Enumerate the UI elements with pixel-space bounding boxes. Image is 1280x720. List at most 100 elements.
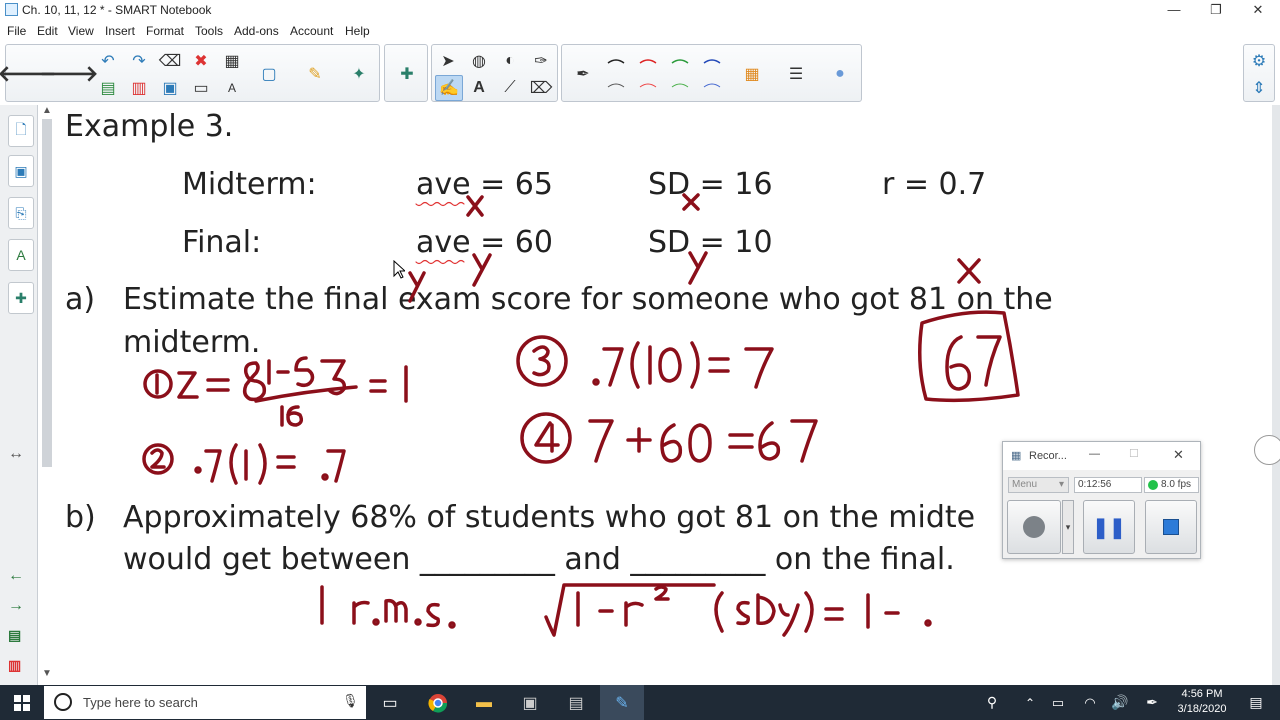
mouse-cursor-icon [393,260,405,279]
menu-edit[interactable]: Edit [37,24,58,38]
screen-shade-icon[interactable]: ▭ [188,75,214,101]
recorder-minimize-button[interactable]: — [1089,448,1100,460]
recorder-app-icon: ▦ [1011,450,1022,462]
pen-color-swatches[interactable] [604,53,734,93]
minimize-button[interactable]: — [1152,0,1196,21]
color-palette-icon[interactable]: ▦ [739,61,765,87]
menu-insert[interactable]: Insert [105,24,135,38]
pen-workspace-icon[interactable]: ✒ [1130,685,1174,720]
toolbar-group-settings: ⚙ ⇕ [1243,44,1275,102]
previous-page-button[interactable]: 🡐 [0,61,57,87]
scrollbar-thumb[interactable] [42,119,52,467]
vertical-scrollbar[interactable]: ▲ ▼ [38,105,56,685]
recorder-taskbar-icon[interactable]: ▤ [554,685,598,720]
gallery-tab-icon[interactable]: ▣ [8,155,34,187]
close-window-button[interactable]: ✕ [1236,0,1280,21]
smart-app-icon[interactable]: ▣ [508,685,552,720]
pen-type-icon[interactable]: ✒ [570,61,596,87]
select-tool-icon[interactable]: ➤ [435,48,461,74]
delete-button[interactable]: ✖ [188,48,214,74]
gear-icon[interactable]: ⚙ [1246,48,1272,74]
windows-taskbar: Type here to search 🎙 ▭ ▬ ▣ ▤ ✎ ⚲ ⌃ ▭ ◠ … [0,685,1280,720]
properties-tab-icon[interactable]: A [8,239,34,271]
expand-panel-icon[interactable]: ↔ [8,445,24,463]
fill-tool-icon[interactable]: ◐ [497,48,523,74]
menu-view[interactable]: View [68,24,94,38]
windows-start-icon[interactable] [0,685,44,720]
recorder-menu-dropdown[interactable]: Menu ▾ [1008,477,1069,493]
line-width-icon[interactable]: ☰ [783,61,809,87]
chrome-icon[interactable] [416,685,460,720]
line-tool-icon[interactable]: ⟋ [497,75,523,101]
status-dot-icon [1148,480,1158,490]
page-sorter-tab-icon[interactable]: 🗋 [8,115,34,147]
display-icon[interactable]: ▢ [256,61,282,87]
title-bar: Ch. 10, 11, 12 * - SMART Notebook — ❐ ✕ [0,0,1280,21]
delete-page-icon[interactable]: ▥ [126,75,152,101]
main-toolbar: 🡐 🡒 ↶ ↷ ⌫ ✖ ▦ ▤ ▥ ▣ ▭ A ▢ ✎ ✦ ✚ ➤ ◍ ◐ ✑ … [0,42,1280,104]
record-options-dropdown[interactable]: ▾ [1062,500,1074,554]
recorder-menu-label: Menu [1012,479,1038,490]
search-icon [54,693,72,711]
notebook-page[interactable]: Example 3. Midterm: ave = 65 SD = 16 r =… [56,105,1278,685]
side-next-page-icon[interactable]: → [8,597,24,615]
next-page-button[interactable]: 🡒 [40,61,99,87]
recorder-elapsed-time: 0:12:56 [1074,477,1142,493]
file-explorer-icon[interactable]: ▬ [462,685,506,720]
magic-pen-icon[interactable]: ✑ [528,48,554,74]
move-toolbar-icon[interactable]: ⇕ [1246,75,1272,101]
menu-tools[interactable]: Tools [195,24,223,38]
menu-addons[interactable]: Add-ons [234,24,279,38]
pause-button[interactable]: ❚❚ [1083,500,1135,554]
clock-time: 4:56 PM [1181,688,1223,700]
text-style-icon[interactable]: A [219,75,245,101]
pause-icon: ❚❚ [1092,516,1126,539]
menu-format[interactable]: Format [146,24,184,38]
save-icon[interactable]: ▣ [157,75,183,101]
attachments-tab-icon[interactable]: ⎘ [8,197,34,229]
record-button[interactable] [1007,500,1061,554]
puzzle-icon[interactable]: ✚ [394,61,420,87]
stop-icon [1163,519,1179,535]
side-delete-page-icon[interactable]: ▥ [8,657,21,674]
recorder-maximize-button[interactable]: ☐ [1129,447,1139,460]
text-tool-icon[interactable]: A [466,75,492,101]
taskbar-search-box[interactable]: Type here to search 🎙 [44,686,366,719]
side-add-page-icon[interactable]: ▤ [8,627,21,644]
addon-icon[interactable]: ✦ [346,61,372,87]
restore-button[interactable]: ❐ [1194,0,1238,21]
menu-account[interactable]: Account [290,24,333,38]
fill-effects-icon[interactable]: ● [827,61,853,87]
notification-icon[interactable]: ▤ [1234,685,1278,720]
shape-tool-icon[interactable]: ◍ [466,48,492,74]
chevron-down-icon: ▾ [1058,479,1064,490]
side-previous-page-icon[interactable]: ← [8,567,24,585]
undo-button[interactable]: ↶ [95,48,121,74]
task-view-icon[interactable]: ▭ [368,685,412,720]
handwritten-ink-layer [142,193,1020,637]
menu-help[interactable]: Help [345,24,370,38]
window-title: Ch. 10, 11, 12 * - SMART Notebook [22,3,212,17]
menu-file[interactable]: File [7,24,26,38]
smart-notebook-app-icon [5,3,18,16]
taskbar-clock[interactable]: 4:56 PM 3/18/2020 [1170,687,1234,717]
search-placeholder: Type here to search [83,695,198,710]
table-button[interactable]: ▦ [219,48,245,74]
redo-button[interactable]: ↷ [126,48,152,74]
addons-tab-icon[interactable]: ✚ [8,282,34,314]
scroll-down-icon[interactable]: ▼ [42,668,52,679]
recorder-fps-value: 8.0 fps [1161,479,1192,490]
microphone-icon[interactable]: 🎙 [342,693,359,709]
recorder-close-button[interactable]: ✕ [1173,447,1184,463]
pen-tool-icon[interactable]: ✍ [435,75,463,101]
stop-button[interactable] [1145,500,1197,554]
smart-notebook-taskbar-icon[interactable]: ✎ [600,685,644,720]
add-page-icon[interactable]: ▤ [95,75,121,101]
toolbar-group-page: 🡐 🡒 ↶ ↷ ⌫ ✖ ▦ ▤ ▥ ▣ ▭ A ▢ ✎ ✦ [0,44,380,102]
eraser-tool-icon[interactable]: ⌦ [528,75,554,101]
pen-indicator-icon[interactable] [1254,435,1280,465]
scroll-up-icon[interactable]: ▲ [42,105,52,116]
clear-page-button[interactable]: ⌫ [157,48,183,74]
response-icon[interactable]: ✎ [302,61,328,87]
right-panel-edge [1254,105,1280,685]
